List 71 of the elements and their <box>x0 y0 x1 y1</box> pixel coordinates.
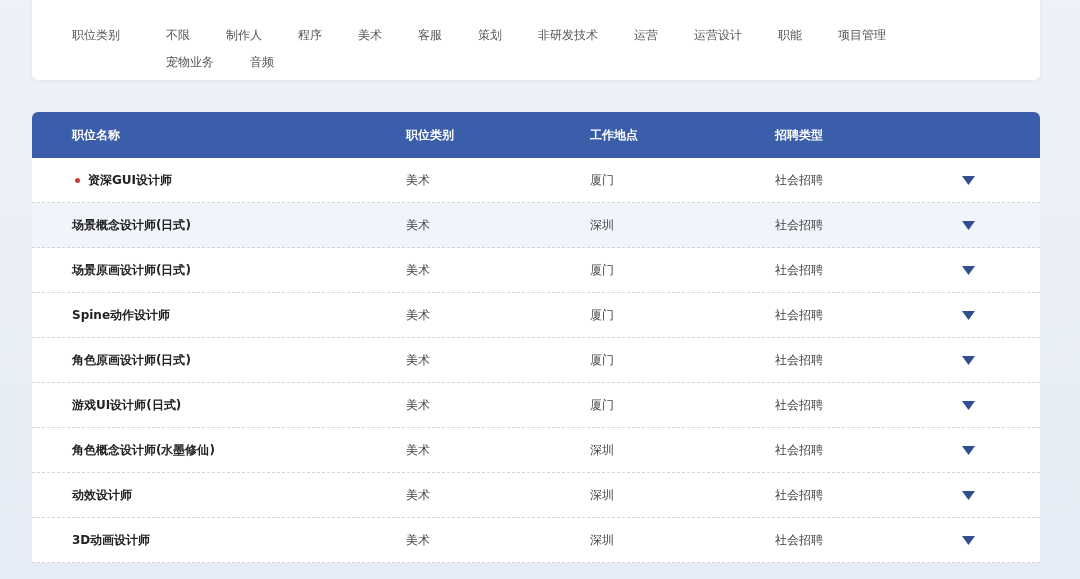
table-cell-text: 社会招聘 <box>775 396 824 414</box>
table-cell-text: 深圳 <box>590 216 615 234</box>
filter-option[interactable]: 宠物业务 <box>166 53 214 80</box>
job-row[interactable]: 3D动画设计师 美术 深圳 社会招聘 <box>32 518 1040 563</box>
job-title: 3D动画设计师 <box>72 531 151 549</box>
job-row[interactable]: 游戏UI设计师(日式) 美术 厦门 社会招聘 <box>32 383 1040 428</box>
table-cell-text: 美术 <box>406 216 431 234</box>
job-title: 角色原画设计师(日式) <box>72 351 191 369</box>
expand-arrow-icon[interactable] <box>962 490 975 500</box>
filter-option[interactable]: 策划 <box>478 27 502 54</box>
job-title: 游戏UI设计师(日式) <box>72 396 182 414</box>
job-title: 场景概念设计师(日式) <box>72 216 191 234</box>
column-header: 工作地点 <box>590 126 639 144</box>
job-title: Spine动作设计师 <box>72 306 171 324</box>
expand-arrow-icon[interactable] <box>962 175 975 185</box>
job-row[interactable]: Spine动作设计师 美术 厦门 社会招聘 <box>32 293 1040 338</box>
table-cell-text: 社会招聘 <box>775 531 824 549</box>
column-header: 职位类别 <box>406 126 455 144</box>
job-row[interactable]: 角色概念设计师(水墨修仙) 美术 深圳 社会招聘 <box>32 428 1040 473</box>
job-title: 场景原画设计师(日式) <box>72 261 191 279</box>
job-title: 资深GUI设计师 <box>88 171 173 189</box>
table-cell-text: 美术 <box>406 171 431 189</box>
table-cell-text: 美术 <box>406 306 431 324</box>
column-header: 职位名称 <box>70 126 121 144</box>
job-row[interactable]: 动效设计师 美术 深圳 社会招聘 <box>32 473 1040 518</box>
job-row[interactable]: 场景概念设计师(日式) 美术 深圳 社会招聘 <box>32 203 1040 248</box>
table-cell-text: 社会招聘 <box>775 261 824 279</box>
expand-arrow-icon[interactable] <box>962 355 975 365</box>
table-cell-text: 美术 <box>406 441 431 459</box>
table-cell-text: 美术 <box>406 486 431 504</box>
job-title: 角色概念设计师(水墨修仙) <box>72 441 215 459</box>
filter-option[interactable]: 不限 <box>166 27 190 54</box>
filter-option[interactable]: 非研发技术 <box>538 27 598 54</box>
table-cell-text: 社会招聘 <box>775 216 824 234</box>
filter-label: 职位类别 <box>72 27 121 44</box>
expand-arrow-icon[interactable] <box>962 310 975 320</box>
job-row[interactable]: 角色原画设计师(日式) 美术 厦门 社会招聘 <box>32 338 1040 383</box>
filter-option[interactable]: 制作人 <box>226 27 262 54</box>
job-title: 动效设计师 <box>72 486 132 504</box>
filter-option[interactable]: 运营 <box>634 27 658 54</box>
table-cell-text: 美术 <box>406 351 431 369</box>
table-cell-text: 美术 <box>406 396 431 414</box>
filter-option[interactable]: 职能 <box>778 27 802 54</box>
filter-option[interactable]: 音频 <box>250 53 274 80</box>
filter-option[interactable]: 项目管理 <box>838 27 886 54</box>
table-cell-text: 社会招聘 <box>775 351 824 369</box>
expand-arrow-icon[interactable] <box>962 535 975 545</box>
table-cell-text: 深圳 <box>590 531 615 549</box>
filter-option[interactable]: 客服 <box>418 27 442 54</box>
job-row[interactable]: 场景原画设计师(日式) 美术 厦门 社会招聘 <box>32 248 1040 293</box>
table-cell-text: 社会招聘 <box>775 441 824 459</box>
expand-arrow-icon[interactable] <box>962 265 975 275</box>
table-cell-text: 社会招聘 <box>775 486 824 504</box>
column-header: 招聘类型 <box>775 126 824 144</box>
filter-option[interactable]: 程序 <box>298 27 322 54</box>
table-cell-text: 美术 <box>406 261 431 279</box>
filter-option[interactable]: 美术 <box>358 27 382 54</box>
table-cell-text: 美术 <box>406 531 431 549</box>
table-cell-text: 厦门 <box>590 171 615 189</box>
expand-arrow-icon[interactable] <box>962 220 975 230</box>
table-cell-text: 厦门 <box>590 351 615 369</box>
table-cell-text: 深圳 <box>590 486 615 504</box>
expand-arrow-icon[interactable] <box>962 400 975 410</box>
expand-arrow-icon[interactable] <box>962 445 975 455</box>
table-cell-text: 社会招聘 <box>775 306 824 324</box>
table-cell-text: 深圳 <box>590 441 615 459</box>
table-cell-text: 社会招聘 <box>775 171 824 189</box>
table-cell-text: 厦门 <box>590 261 615 279</box>
table-cell-text: 厦门 <box>590 306 615 324</box>
table-cell-text: 厦门 <box>590 396 615 414</box>
filter-option[interactable]: 运营设计 <box>694 27 742 54</box>
